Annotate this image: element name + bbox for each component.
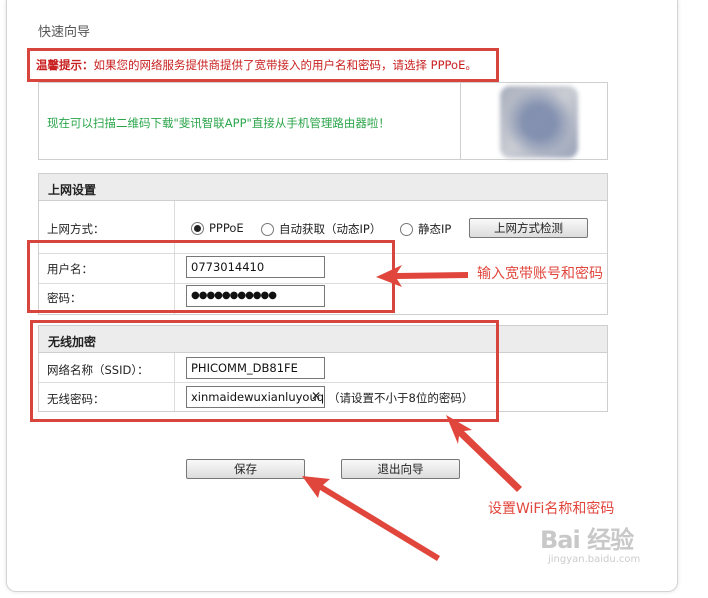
arrow-save-icon bbox=[302, 476, 440, 561]
annotation-account-text: 输入宽带账号和密码 bbox=[477, 266, 603, 282]
arrow-to-wifi-box bbox=[446, 415, 522, 492]
arrow-wifi-icon bbox=[446, 415, 522, 492]
arrow-to-account-box bbox=[376, 265, 468, 287]
arrow-account-icon bbox=[376, 265, 468, 287]
annotation-wifi-text: 设置WiFi名称和密码 bbox=[488, 501, 615, 517]
watermark-logo: Bai 经验 bbox=[540, 526, 634, 554]
watermark-url: jingyan.baidu.com bbox=[548, 554, 641, 565]
arrow-to-save-button bbox=[302, 476, 440, 561]
baidu-watermark: Bai 经验 jingyan.baidu.com bbox=[540, 520, 640, 565]
